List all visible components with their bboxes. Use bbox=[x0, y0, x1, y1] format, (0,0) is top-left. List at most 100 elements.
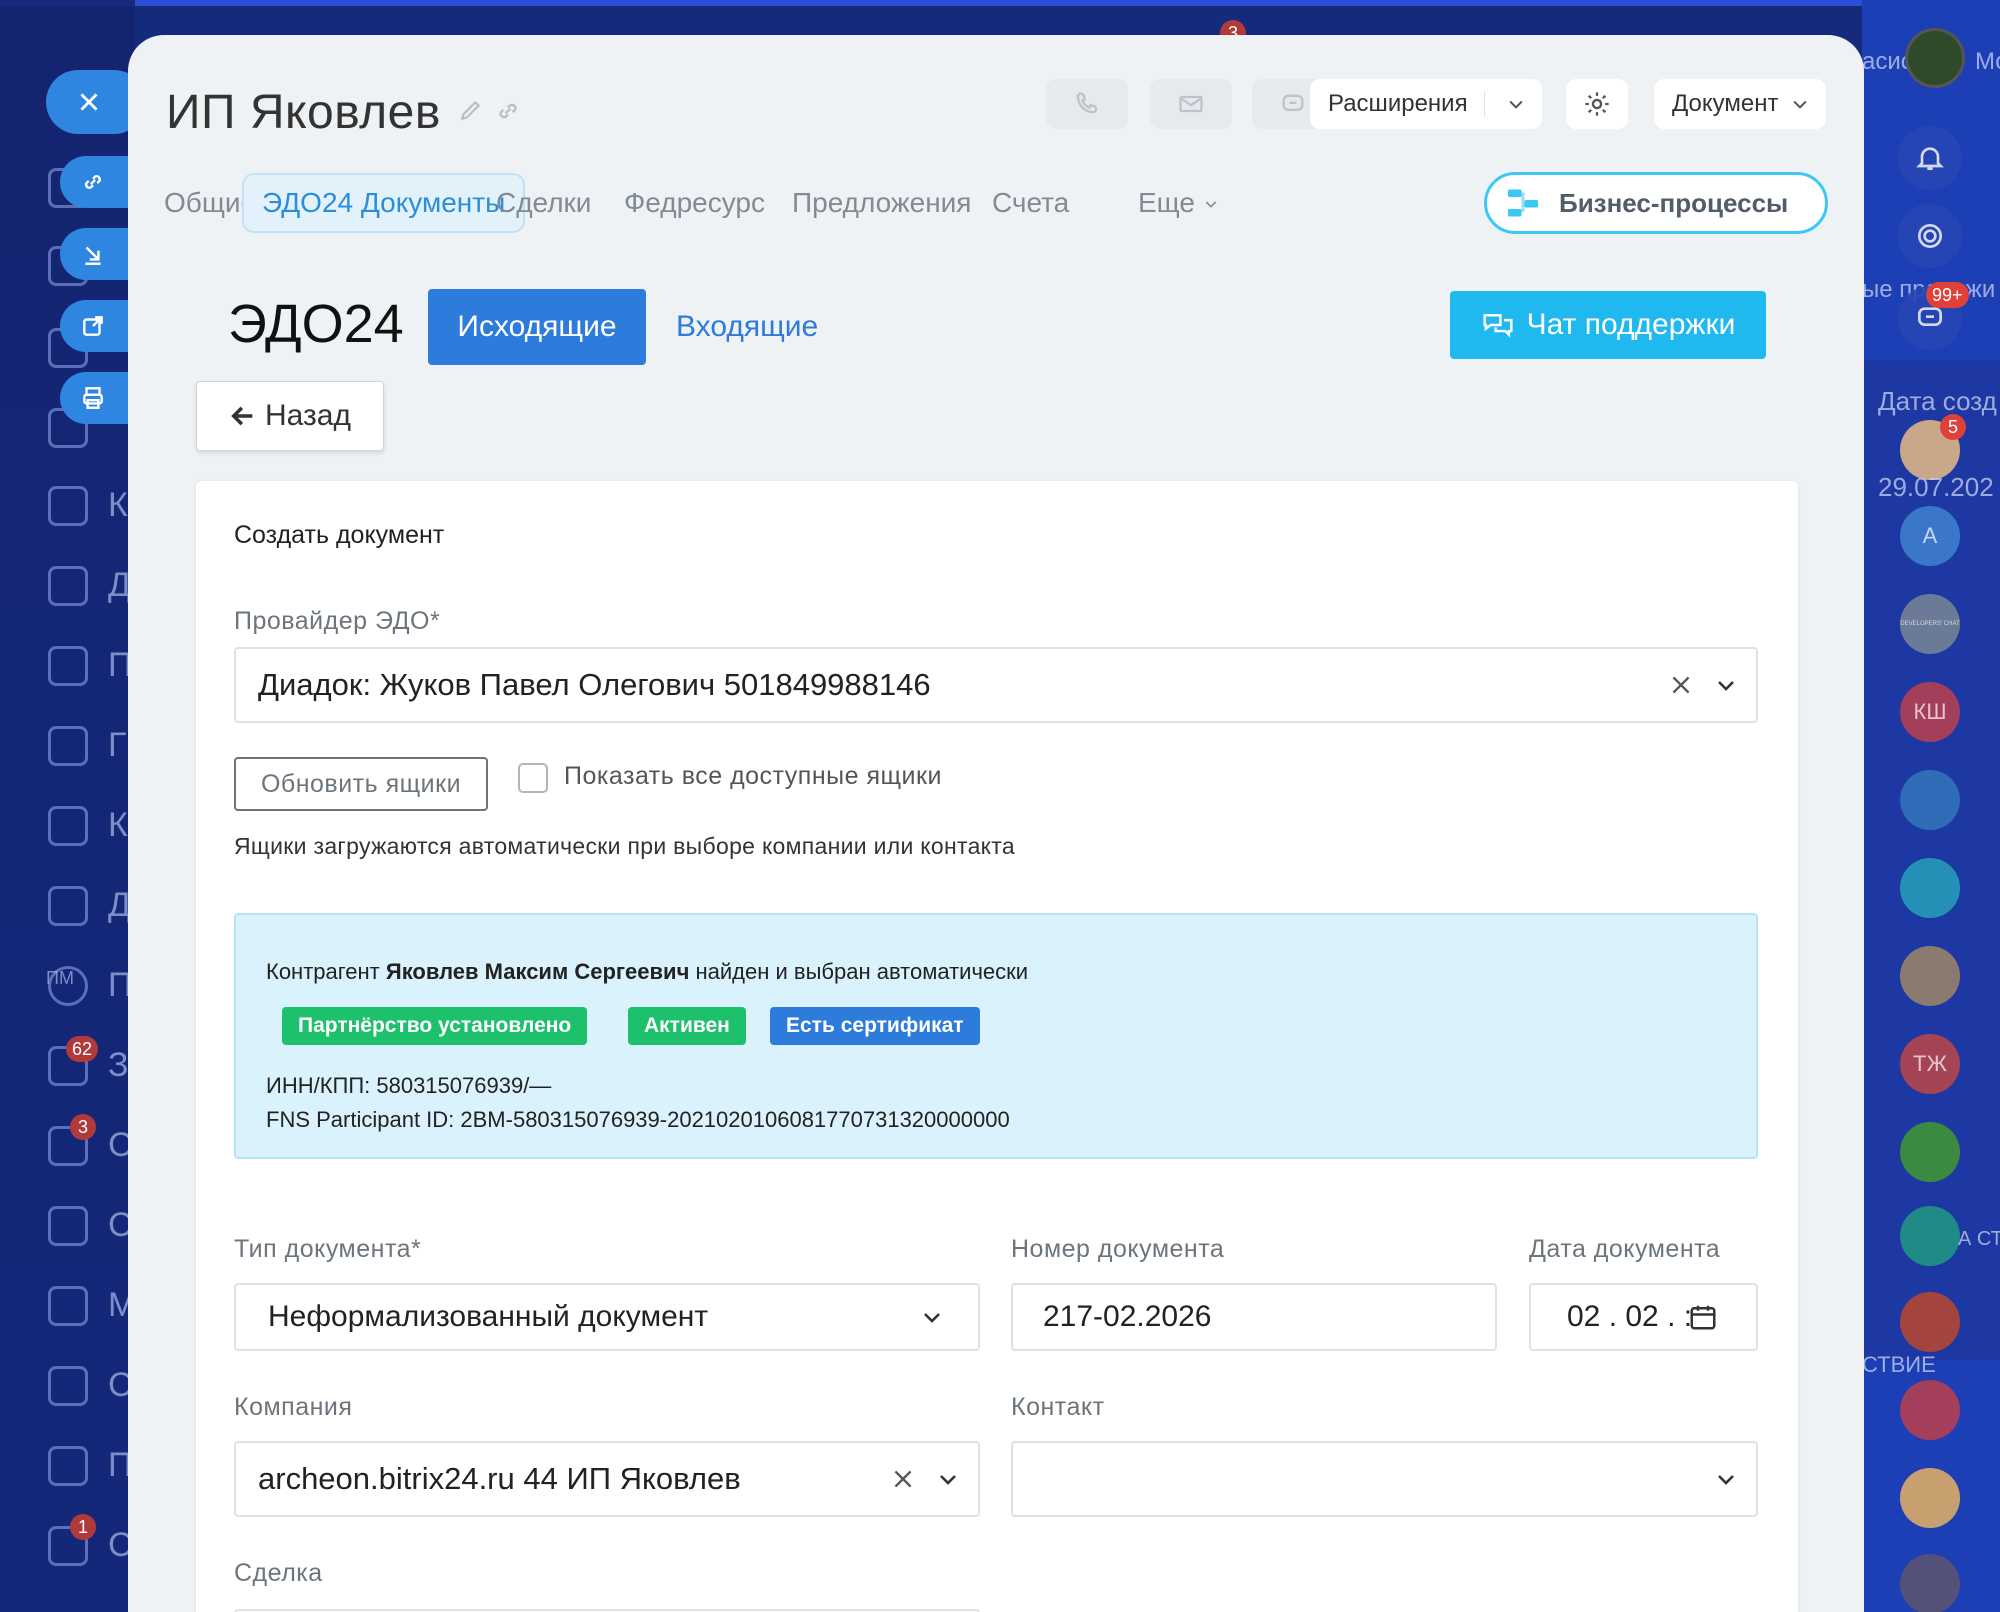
notification-badge: 3 bbox=[70, 1114, 96, 1140]
business-process-icon bbox=[1508, 189, 1538, 217]
counterparty-prefix: Контрагент bbox=[266, 959, 380, 984]
outgoing-tab-button[interactable]: Исходящие bbox=[428, 289, 646, 365]
avatar[interactable]: ТЖ bbox=[1900, 1034, 1960, 1094]
link-icon[interactable] bbox=[494, 97, 522, 125]
provider-select[interactable]: Диадок: Жуков Павел Олегович 50184998814… bbox=[234, 647, 1758, 723]
avatar[interactable]: КШ bbox=[1900, 682, 1960, 742]
notification-badge: 5 bbox=[1940, 414, 1966, 440]
doc-number-label: Номер документа bbox=[1011, 1235, 1225, 1263]
phone-icon bbox=[1076, 92, 1098, 114]
back-label: Назад bbox=[265, 399, 351, 432]
doc-number-input[interactable]: 217-02.2026 bbox=[1011, 1283, 1497, 1351]
active-badge: Активен bbox=[628, 1007, 746, 1045]
doc-date-value: 02 . 02 . : bbox=[1567, 1300, 1693, 1333]
tab-deals[interactable]: Сделки bbox=[478, 173, 609, 233]
deal-label: Сделка bbox=[234, 1559, 323, 1587]
chevron-down-icon bbox=[1793, 100, 1807, 109]
groups-icon bbox=[48, 726, 88, 766]
contact-card-avatar[interactable] bbox=[1900, 1122, 1960, 1182]
chevron-down-icon[interactable] bbox=[936, 1467, 960, 1491]
partnership-badge: Партнёрство установлено bbox=[282, 1007, 588, 1045]
doc-type-select[interactable]: Неформализованный документ bbox=[234, 1283, 980, 1351]
notification-badge: 62 bbox=[66, 1036, 99, 1062]
business-processes-label: Бизнес-процессы bbox=[1559, 187, 1789, 218]
tab-more-label: Еще bbox=[1138, 187, 1195, 218]
chevron-down-icon bbox=[924, 1313, 940, 1323]
chat-icon bbox=[1282, 94, 1304, 111]
doc-number-value: 217-02.2026 bbox=[1043, 1300, 1212, 1333]
bg-text: 29.07.202 bbox=[1878, 472, 1994, 502]
chat-avatar[interactable] bbox=[1900, 858, 1960, 918]
arrow-down-right-icon bbox=[85, 246, 101, 265]
edo-title: ЭДО24 bbox=[228, 294, 404, 354]
show-all-boxes-label[interactable]: Показать все доступные ящики bbox=[564, 762, 942, 791]
chevron-down-icon bbox=[1509, 100, 1523, 109]
user-avatar[interactable] bbox=[1900, 946, 1960, 1006]
incoming-tab-link[interactable]: Входящие bbox=[676, 289, 818, 365]
user-avatar[interactable] bbox=[1905, 28, 1965, 88]
bg-text: СТВИЕ bbox=[1862, 1352, 1936, 1377]
extensions-dropdown[interactable]: Расширения bbox=[1310, 79, 1542, 129]
bg-text: Мо bbox=[1975, 48, 2000, 75]
business-processes-button[interactable]: Бизнес-процессы bbox=[1484, 172, 1828, 234]
provider-label: Провайдер ЭДО* bbox=[234, 607, 441, 635]
link-icon bbox=[85, 175, 101, 189]
company-select[interactable]: archeon.bitrix24.ru 44 ИП Яковлев bbox=[234, 1441, 980, 1517]
clear-icon[interactable] bbox=[890, 1466, 916, 1492]
card-title: Создать документ bbox=[234, 521, 445, 549]
contact-card-avatar[interactable] bbox=[1900, 1554, 1960, 1612]
contact-card-avatar[interactable] bbox=[1900, 1292, 1960, 1352]
doc-type-value: Неформализованный документ bbox=[268, 1300, 709, 1333]
chevron-down-icon bbox=[1205, 201, 1216, 208]
developers-chat-avatar[interactable]: DEVELOPERS' CHAT bbox=[1900, 594, 1960, 654]
tab-fedresurs[interactable]: Федресурс bbox=[606, 173, 783, 233]
settings-button[interactable] bbox=[1566, 79, 1628, 129]
counterparty-line: Контрагент Яковлев Максим Сергеевич найд… bbox=[266, 959, 1028, 985]
sidebar-label: К bbox=[108, 806, 128, 844]
chevron-down-icon[interactable] bbox=[1714, 673, 1738, 697]
calendar-icon[interactable] bbox=[1688, 1302, 1718, 1332]
support-chat-button[interactable]: Чат поддержки bbox=[1450, 291, 1766, 359]
background-topbar bbox=[0, 0, 2000, 6]
chevron-down-icon[interactable] bbox=[1714, 1467, 1738, 1491]
mail-icon bbox=[48, 646, 88, 686]
external-link-icon bbox=[83, 316, 103, 336]
bg-text: А СТ bbox=[1958, 1228, 2000, 1250]
board-icon bbox=[48, 886, 88, 926]
edit-pencil-icon[interactable] bbox=[458, 97, 484, 123]
document-dropdown[interactable]: Документ bbox=[1654, 79, 1826, 129]
call-button[interactable] bbox=[1046, 79, 1128, 129]
sidebar-label: Г bbox=[108, 726, 127, 764]
sales-icon[interactable] bbox=[1898, 204, 1962, 268]
show-all-boxes-checkbox[interactable] bbox=[518, 763, 548, 793]
user-avatar[interactable] bbox=[1900, 1468, 1960, 1528]
provider-value: Диадок: Жуков Павел Олегович 50184998814… bbox=[258, 667, 931, 702]
tab-offers[interactable]: Предложения bbox=[774, 173, 989, 233]
contact-card-avatar[interactable] bbox=[1900, 1380, 1960, 1440]
close-icon bbox=[80, 93, 98, 111]
target-icon bbox=[48, 1286, 88, 1326]
doc-date-input[interactable]: 02 . 02 . : bbox=[1529, 1283, 1758, 1351]
bell-icon[interactable] bbox=[1898, 126, 1962, 190]
counterparty-name: Яковлев Максим Сергеевич bbox=[385, 959, 690, 984]
counterparty-info-box: Контрагент Яковлев Максим Сергеевич найд… bbox=[234, 913, 1758, 1159]
notification-badge: 1 bbox=[70, 1514, 96, 1540]
mail-icon bbox=[1179, 95, 1203, 113]
company-value: archeon.bitrix24.ru 44 ИП Яковлев bbox=[258, 1461, 741, 1496]
contact-select[interactable] bbox=[1011, 1441, 1758, 1517]
clear-icon[interactable] bbox=[1668, 672, 1694, 698]
calendar-icon bbox=[48, 486, 88, 526]
avatar[interactable]: А bbox=[1900, 506, 1960, 566]
search-chat-avatar[interactable] bbox=[1900, 770, 1960, 830]
tab-invoices[interactable]: Счета bbox=[974, 173, 1087, 233]
bg-text: Дата созд bbox=[1878, 386, 1997, 416]
contact-card-avatar[interactable] bbox=[1900, 1206, 1960, 1266]
refresh-boxes-button[interactable]: Обновить ящики bbox=[234, 757, 488, 811]
email-button[interactable] bbox=[1150, 79, 1232, 129]
back-button[interactable]: Назад bbox=[196, 381, 384, 451]
boxes-hint: Ящики загружаются автоматически при выбо… bbox=[234, 833, 1015, 859]
pm-initials: ПМ bbox=[46, 968, 74, 988]
divider bbox=[1484, 91, 1485, 117]
support-chat-label: Чат поддержки bbox=[1526, 308, 1736, 341]
tab-more[interactable]: Еще bbox=[1120, 173, 1237, 233]
